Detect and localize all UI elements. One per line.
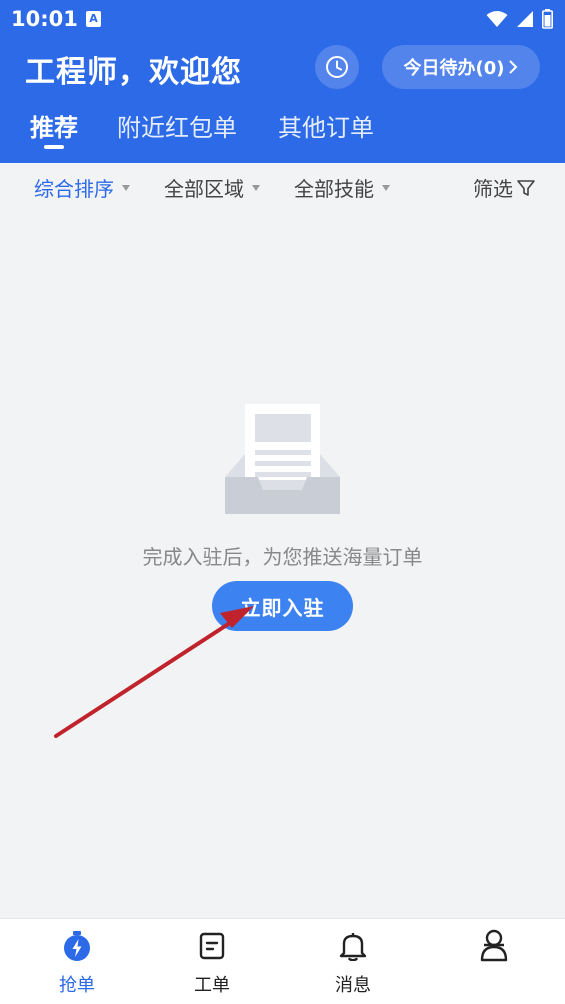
region-filter-label: 全部区域 bbox=[164, 177, 244, 201]
filter-bar: 综合排序 全部区域 全部技能 筛选 bbox=[0, 163, 565, 208]
header: 10:01 A 工程师，欢迎您 今日待办(0) 推荐 附近红包单 其他订单 bbox=[0, 0, 565, 163]
caret-down-icon bbox=[382, 184, 390, 191]
region-filter[interactable]: 全部区域 bbox=[164, 173, 260, 202]
empty-state-message: 完成入驻后，为您推送海量订单 bbox=[142, 545, 423, 569]
skill-filter-label: 全部技能 bbox=[294, 177, 374, 201]
sort-filter-label: 综合排序 bbox=[34, 177, 114, 201]
nav-item-messages[interactable]: 消息 bbox=[303, 929, 403, 999]
bell-icon bbox=[336, 929, 370, 963]
today-todo-button[interactable]: 今日待办(0) bbox=[382, 45, 540, 89]
tab-nearby-red-packet[interactable]: 附近红包单 bbox=[117, 108, 237, 143]
nav-label-grab-order: 抢单 bbox=[59, 975, 95, 996]
profile-icon bbox=[477, 929, 511, 963]
nav-item-profile[interactable] bbox=[444, 929, 544, 999]
nav-label-messages: 消息 bbox=[335, 975, 371, 996]
join-now-button[interactable]: 立即入驻 bbox=[212, 581, 353, 631]
nav-item-grab-order[interactable]: 抢单 bbox=[27, 929, 127, 999]
caret-down-icon bbox=[122, 184, 130, 191]
signal-icon bbox=[517, 11, 533, 27]
chevron-right-icon bbox=[509, 60, 518, 74]
today-todo-label: 今日待办(0) bbox=[403, 58, 505, 79]
bottom-navigation: 抢单 工单 消息 bbox=[0, 918, 565, 1004]
app-screen: 10:01 A 工程师，欢迎您 今日待办(0) 推荐 附近红包单 其他订单 综合… bbox=[0, 0, 565, 1004]
wifi-icon bbox=[486, 11, 508, 27]
history-button[interactable] bbox=[315, 45, 359, 89]
screen-filter[interactable]: 筛选 bbox=[473, 173, 536, 202]
tab-indicator bbox=[44, 145, 64, 149]
order-tabs: 推荐 附近红包单 其他订单 bbox=[0, 104, 565, 160]
work-order-icon bbox=[195, 929, 229, 963]
notification-badge-icon: A bbox=[86, 11, 101, 27]
status-bar: 10:01 A bbox=[0, 0, 565, 38]
status-icons bbox=[486, 8, 553, 30]
funnel-icon bbox=[517, 179, 535, 196]
nav-label-work-order: 工单 bbox=[194, 975, 230, 996]
empty-inbox-icon bbox=[225, 404, 340, 514]
sort-filter[interactable]: 综合排序 bbox=[34, 173, 130, 202]
clock-icon bbox=[326, 56, 348, 78]
greeting-title: 工程师，欢迎您 bbox=[25, 55, 242, 90]
nav-item-work-order[interactable]: 工单 bbox=[162, 929, 262, 999]
grab-order-icon bbox=[60, 929, 94, 963]
tab-recommend[interactable]: 推荐 bbox=[30, 108, 78, 143]
caret-down-icon bbox=[252, 184, 260, 191]
tab-other-orders[interactable]: 其他订单 bbox=[278, 108, 374, 143]
skill-filter[interactable]: 全部技能 bbox=[294, 173, 390, 202]
screen-filter-label: 筛选 bbox=[473, 177, 513, 201]
status-time: 10:01 bbox=[11, 7, 78, 31]
battery-icon bbox=[542, 9, 553, 29]
